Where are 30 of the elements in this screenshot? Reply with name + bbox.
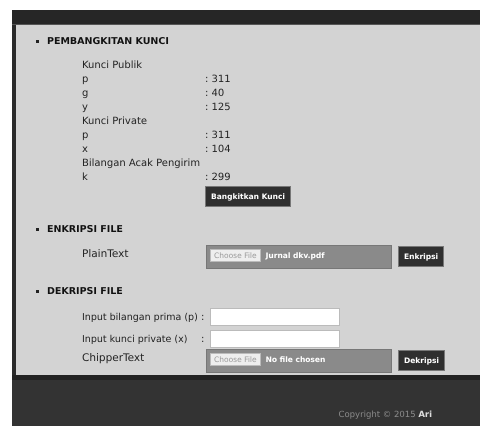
variable-value: : 299 [205, 171, 232, 185]
colon: : [201, 312, 206, 322]
variable-name: g [82, 87, 90, 101]
bullet-icon [36, 228, 39, 230]
bullet-icon [36, 40, 39, 42]
input-field[interactable] [210, 308, 340, 326]
group-heading: Bilangan Acak Pengirim [82, 157, 202, 171]
field-label: Input kunci private (x) [82, 334, 188, 344]
variable-name: p [82, 129, 90, 143]
section-title: ENKRIPSI FILE [47, 224, 123, 234]
variable-name: x [82, 143, 89, 157]
section-title: PEMBANGKITAN KUNCI [47, 36, 169, 46]
variable-value: : 40 [205, 87, 226, 101]
variable-name: p [82, 73, 90, 87]
section-title: DEKRIPSI FILE [47, 286, 123, 296]
input-field[interactable] [210, 330, 340, 348]
colon: : [201, 334, 206, 344]
copyright-text: Copyright © 2015 Ari [338, 410, 432, 420]
bullet-icon [36, 290, 39, 292]
variable-name: k [82, 171, 89, 185]
variable-value: : 104 [205, 143, 232, 157]
variable-value: : 311 [205, 129, 232, 143]
variable-name: y [82, 101, 89, 115]
variable-value: : 311 [205, 73, 232, 87]
field-label: Input bilangan prima (p) [82, 312, 199, 322]
field-label: ChipperText [82, 351, 146, 364]
field-label: PlainText [82, 247, 130, 260]
group-heading: Kunci Publik [82, 59, 144, 73]
variable-value: : 125 [205, 101, 232, 115]
group-heading: Kunci Private [82, 115, 148, 129]
